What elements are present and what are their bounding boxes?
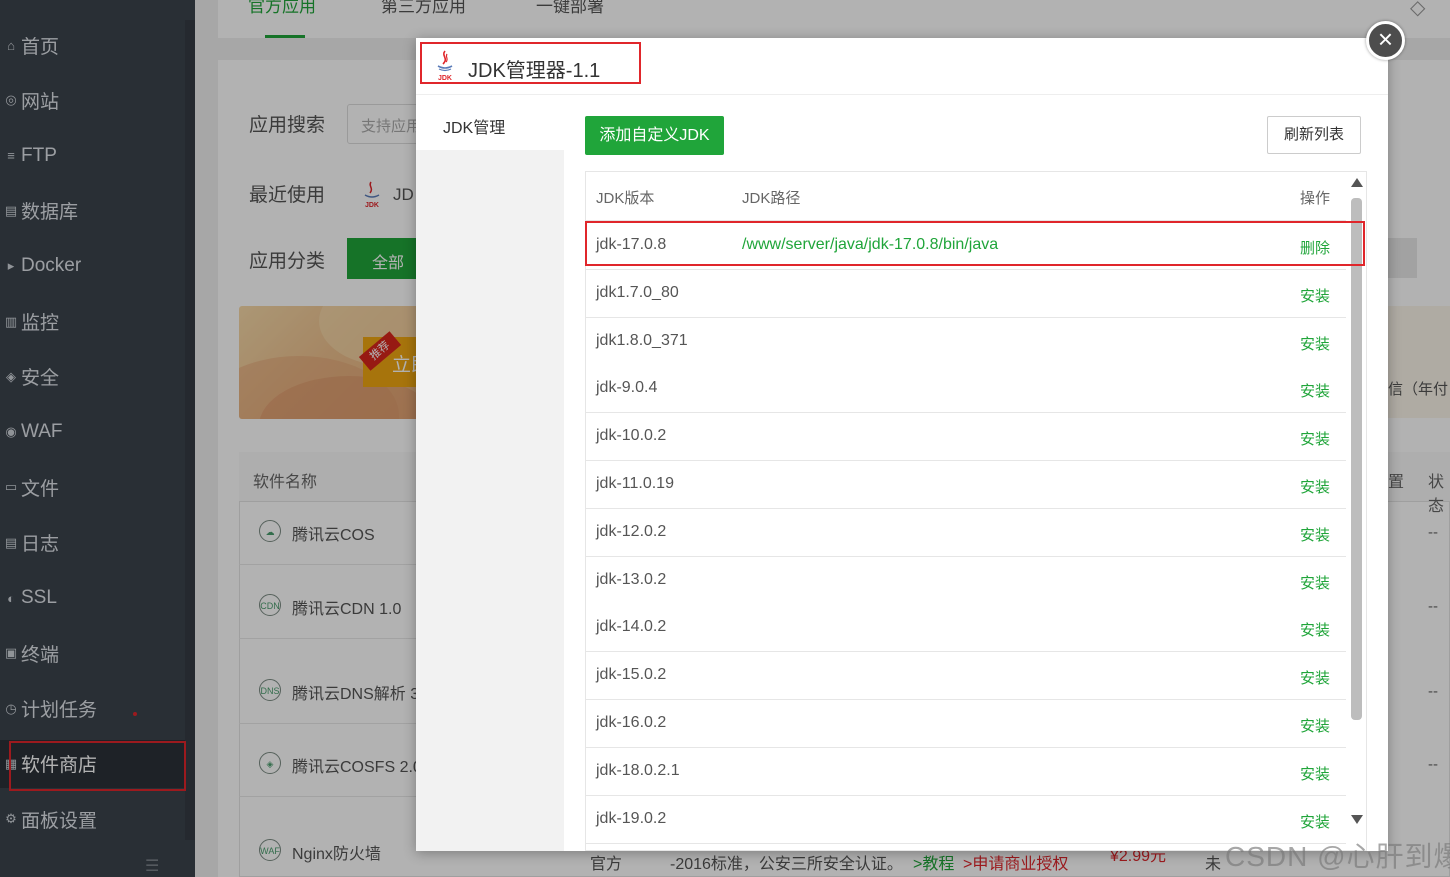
- close-dialog-button[interactable]: ×: [1366, 21, 1405, 60]
- jdk-table-row: jdk-11.0.19 安装: [586, 461, 1346, 509]
- install-jdk-link[interactable]: 安装: [1300, 572, 1330, 593]
- jdk-version: jdk-18.0.2.1: [596, 761, 680, 779]
- install-jdk-link[interactable]: 安装: [1300, 285, 1330, 306]
- jdk-version: jdk-19.0.2: [596, 809, 667, 827]
- col-jdk-version: JDK版本: [596, 190, 655, 207]
- install-jdk-link[interactable]: 安装: [1300, 667, 1330, 688]
- install-jdk-link[interactable]: 安装: [1300, 763, 1330, 784]
- watermark: CSDN @心肝到爆: [1225, 841, 1450, 872]
- jdk-version: jdk-12.0.2: [596, 522, 667, 540]
- jdk-version: jdk1.7.0_80: [596, 283, 679, 301]
- add-custom-jdk-button[interactable]: 添加自定义JDK: [585, 116, 724, 155]
- jdk-table-row: jdk-18.0.2.1 安装: [586, 747, 1346, 796]
- jdk-version: jdk-11.0.19: [596, 475, 674, 492]
- jdk-table-row: jdk-13.0.2 安装: [586, 556, 1346, 605]
- jdk-table-row: jdk-12.0.2 安装: [586, 508, 1346, 557]
- jdk-version: jdk1.8.0_371: [596, 331, 688, 349]
- jdk-table-header: JDK版本 JDK路径 操作: [586, 172, 1346, 221]
- jdk-version: jdk-14.0.2: [596, 618, 667, 636]
- highlight-box-title: [420, 42, 641, 84]
- install-jdk-link[interactable]: 安装: [1300, 476, 1330, 497]
- jdk-version: jdk-10.0.2: [596, 427, 667, 445]
- highlight-box-installed-row: [585, 221, 1365, 266]
- refresh-list-button[interactable]: 刷新列表: [1267, 116, 1361, 154]
- install-jdk-link[interactable]: 安装: [1300, 380, 1330, 401]
- col-action: 操作: [1300, 190, 1331, 207]
- jdk-table-row: jdk1.7.0_80 安装: [586, 269, 1346, 318]
- install-jdk-link[interactable]: 安装: [1300, 715, 1330, 736]
- install-jdk-link[interactable]: 安装: [1300, 619, 1330, 640]
- install-jdk-link[interactable]: 安装: [1300, 333, 1330, 354]
- jdk-table-row: jdk-10.0.2 安装: [586, 413, 1346, 462]
- install-jdk-link[interactable]: 安装: [1300, 811, 1330, 832]
- col-jdk-path: JDK路径: [742, 190, 801, 207]
- jdk-version: jdk-9.0.4: [596, 379, 658, 397]
- jdk-table-row: jdk-15.0.2 安装: [586, 652, 1346, 701]
- jdk-table: JDK版本 JDK路径 操作 jdk-17.0.8/www/server/jav…: [585, 171, 1367, 851]
- table-scrollbar[interactable]: [1348, 172, 1366, 850]
- jdk-version: jdk-16.0.2: [596, 714, 667, 731]
- dialog-sidebar: JDK管理: [416, 95, 564, 851]
- sidebar-item-jdk-manage[interactable]: JDK管理: [416, 95, 564, 150]
- scroll-up-arrow-icon[interactable]: [1351, 178, 1363, 187]
- scroll-down-arrow-icon[interactable]: [1351, 815, 1363, 824]
- jdk-manager-dialog: JDK JDK管理器-1.1 JDK管理 添加自定义JDK 刷新列表 JDK版本…: [416, 38, 1388, 851]
- install-jdk-link[interactable]: 安装: [1300, 428, 1330, 449]
- scroll-thumb[interactable]: [1351, 198, 1362, 720]
- jdk-version: jdk-15.0.2: [596, 666, 667, 684]
- install-jdk-link[interactable]: 安装: [1300, 524, 1330, 545]
- jdk-table-row: jdk1.8.0_371 安装: [586, 317, 1346, 366]
- jdk-table-row: jdk-16.0.2 安装: [586, 700, 1346, 748]
- jdk-version: jdk-13.0.2: [596, 570, 667, 588]
- jdk-table-row: jdk-14.0.2 安装: [586, 604, 1346, 653]
- jdk-table-row: jdk-9.0.4 安装: [586, 365, 1346, 414]
